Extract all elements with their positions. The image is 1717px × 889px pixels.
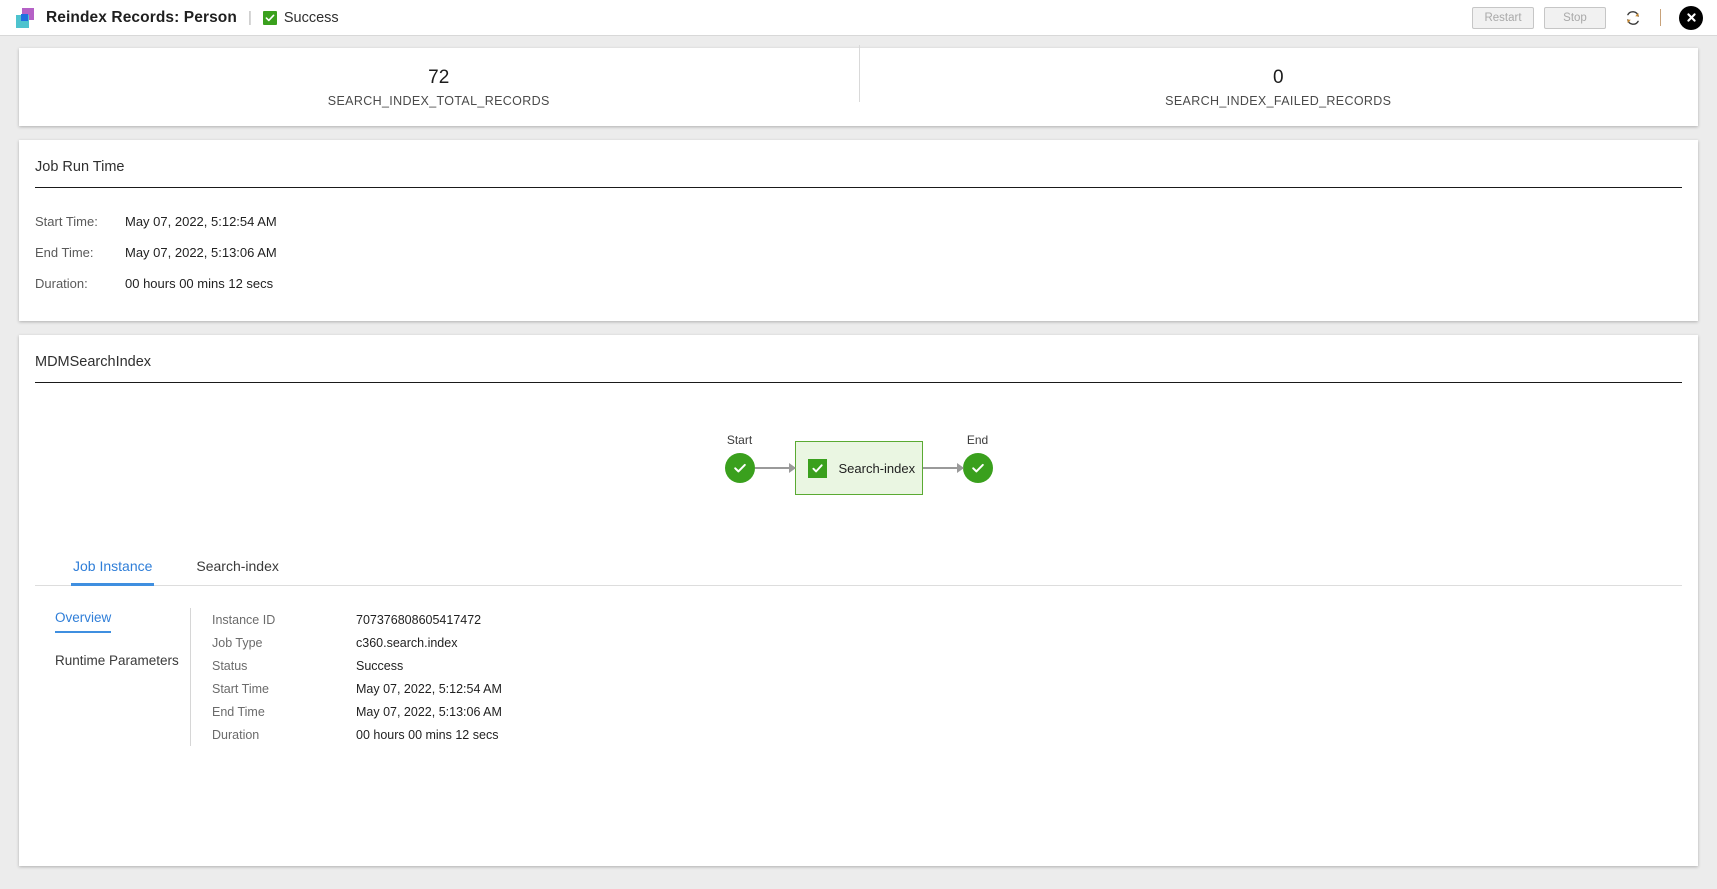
row-key: End Time — [212, 704, 265, 719]
subnav-item-overview[interactable]: Overview — [55, 610, 112, 633]
row-key: End Time: — [35, 245, 94, 260]
kpi-value: 72 — [428, 67, 450, 88]
stop-button[interactable]: Stop — [1544, 6, 1606, 29]
title-separator: | — [247, 9, 252, 26]
check-square-icon — [807, 458, 827, 478]
job-run-time-heading: Job Run Time — [35, 159, 125, 175]
flow-diagram: Start Search-index End — [19, 383, 1698, 558]
detail-subnav: Overview Runtime Parameters — [55, 608, 180, 746]
flow-node-end[interactable]: End — [962, 433, 993, 483]
row-value: May 07, 2022, 5:13:06 AM — [356, 704, 502, 719]
row-key: Start Time — [212, 681, 269, 696]
kpi-failed-records: 0 SEARCH_INDEX_FAILED_RECORDS — [858, 45, 1699, 108]
toolbar-divider — [1660, 9, 1661, 26]
table-row: Instance ID 707376808605417472 — [212, 608, 502, 631]
kpi-label: SEARCH_INDEX_FAILED_RECORDS — [1165, 94, 1392, 108]
flow-connector — [922, 463, 964, 473]
row-value: 00 hours 00 mins 12 secs — [125, 276, 274, 291]
status-label: Success — [283, 9, 339, 26]
table-row: Duration 00 hours 00 mins 12 secs — [212, 723, 502, 746]
flow-node-start-label: Start — [726, 433, 753, 447]
title-bar: Reindex Records: Person | Success Restar… — [0, 0, 1717, 36]
flow-heading: MDMSearchIndex — [35, 354, 152, 370]
kpi-total-records: 72 SEARCH_INDEX_TOTAL_RECORDS — [19, 66, 859, 108]
tab-search-index[interactable]: Search-index — [194, 558, 281, 586]
detail-pane: Overview Runtime Parameters Instance ID … — [19, 586, 1698, 746]
flow-node-end-label: End — [966, 433, 989, 447]
row-key: Start Time: — [35, 214, 98, 229]
flow-node-search-index[interactable]: Search-index — [794, 441, 923, 495]
flow-node-label: Search-index — [838, 460, 916, 476]
title-bar-actions: Restart Stop — [1462, 5, 1703, 31]
row-key: Duration: — [35, 276, 88, 291]
row-value: 707376808605417472 — [356, 612, 482, 627]
job-run-time-row: Duration: 00 hours 00 mins 12 secs — [19, 268, 1698, 299]
row-value: 00 hours 00 mins 12 secs — [356, 727, 499, 742]
informatica-logo-icon — [14, 7, 36, 29]
check-circle-icon — [962, 453, 993, 483]
flow-connector — [754, 463, 796, 473]
restart-button[interactable]: Restart — [1472, 6, 1534, 29]
tab-job-instance[interactable]: Job Instance — [71, 558, 155, 586]
detail-tabs: Job Instance Search-index — [35, 558, 1682, 586]
content-area: 72 SEARCH_INDEX_TOTAL_RECORDS 0 SEARCH_I… — [0, 36, 1717, 866]
check-circle-icon — [724, 453, 755, 483]
job-run-time-row: End Time: May 07, 2022, 5:13:06 AM — [19, 237, 1698, 268]
overview-table: Instance ID 707376808605417472 Job Type … — [190, 608, 502, 746]
kpi-value: 0 — [1272, 67, 1284, 88]
row-value: May 07, 2022, 5:13:06 AM — [125, 245, 277, 260]
page-title: Reindex Records: Person — [46, 8, 237, 26]
row-key: Status — [212, 658, 248, 673]
row-key: Instance ID — [212, 612, 276, 627]
status-badge: Success — [262, 9, 339, 26]
table-row: Status Success — [212, 654, 502, 677]
table-row: Job Type c360.search.index — [212, 631, 502, 654]
job-run-time-card: Job Run Time Start Time: May 07, 2022, 5… — [19, 140, 1698, 321]
job-run-time-list: Start Time: May 07, 2022, 5:12:54 AM End… — [19, 188, 1698, 321]
refresh-icon[interactable] — [1620, 5, 1646, 31]
flow-node-start[interactable]: Start — [724, 433, 755, 483]
row-key: Job Type — [212, 635, 263, 650]
check-square-icon — [262, 10, 277, 25]
table-row: Start Time May 07, 2022, 5:12:54 AM — [212, 677, 502, 700]
row-value: c360.search.index — [356, 635, 458, 650]
kpi-label: SEARCH_INDEX_TOTAL_RECORDS — [327, 94, 550, 108]
kpi-summary-card: 72 SEARCH_INDEX_TOTAL_RECORDS 0 SEARCH_I… — [19, 45, 1699, 126]
row-value: May 07, 2022, 5:12:54 AM — [125, 214, 277, 229]
row-value: May 07, 2022, 5:12:54 AM — [356, 681, 502, 696]
subnav-item-runtime-parameters[interactable]: Runtime Parameters — [55, 653, 179, 674]
close-circle-icon[interactable] — [1679, 5, 1703, 30]
job-run-time-row: Start Time: May 07, 2022, 5:12:54 AM — [19, 206, 1698, 237]
row-value: Success — [356, 658, 404, 673]
row-key: Duration — [212, 727, 260, 742]
table-row: End Time May 07, 2022, 5:13:06 AM — [212, 700, 502, 723]
search-index-card: MDMSearchIndex Start Search-index End Jo… — [19, 335, 1698, 866]
